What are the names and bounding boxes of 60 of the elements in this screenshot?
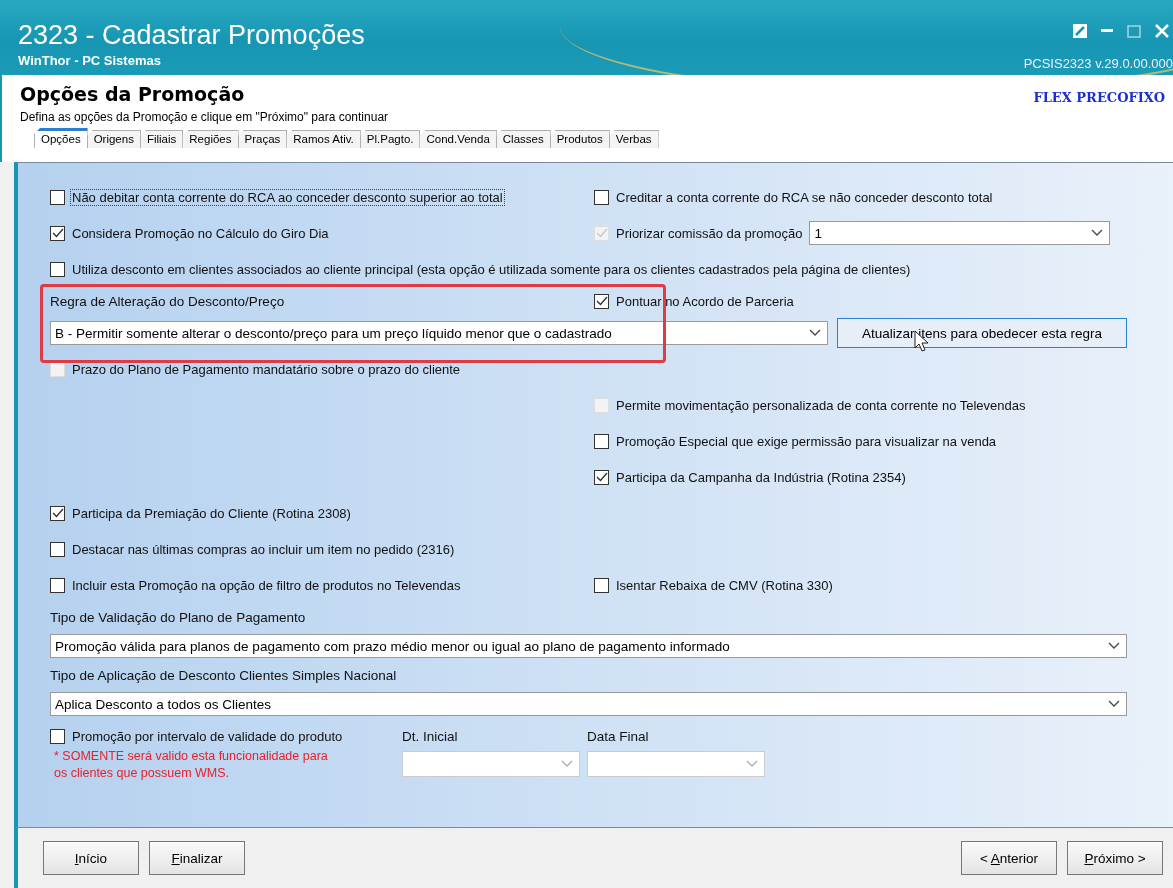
chevron-down-icon [1108,700,1120,708]
tab[interactable]: Pl.Pagto. [359,130,421,148]
warning-note: * SOMENTE será valido esta funcionalidade para os clientes que possuem WMS. [54,748,329,782]
tab[interactable]: Produtos [549,130,610,148]
chevron-down-icon [746,760,758,768]
option-checkbox[interactable]: Promoção Especial que exige permissão para visualizar na venda [594,433,998,449]
date-field[interactable] [587,751,765,777]
option-checkbox[interactable]: Considera Promoção no Cálculo do Giro Dia [50,225,330,241]
option-checkbox[interactable]: Pontuar no Acordo de Parceria [594,293,795,309]
check-icon [595,296,608,306]
mode-label: FLEX PRECOFIXO [1033,90,1165,105]
dropdown-field[interactable]: Aplica Desconto a todos os Clientes [50,692,1127,716]
chevron-down-icon [1108,642,1120,650]
chevron-down-icon [809,329,821,337]
option-checkbox[interactable]: Participa da Campanha da Indústria (Rotina 2354) [594,469,907,485]
field-label: Data Final [587,729,650,744]
minimize-icon[interactable] [1101,29,1113,33]
tab[interactable]: Filiais [139,130,184,148]
tab[interactable]: Ramos Ativ. [286,130,361,148]
date-field[interactable] [402,751,580,777]
tab[interactable]: Praças [237,130,288,148]
option-checkbox[interactable]: Não debitar conta corrente do RCA ao conceder desconto superior ao total [50,189,504,205]
option-checkbox[interactable]: Participa da Premiação do Cliente (Rotina 2308) [50,505,352,521]
tab[interactable]: Opções [34,128,88,148]
page-hint: Defina as opções da Promoção e clique em "Próximo" para continuar [20,110,390,124]
option-checkbox[interactable]: Destacar nas últimas compras ao incluir um item no pedido (2316) [50,541,456,557]
chevron-down-icon [561,760,573,768]
nav-button[interactable]: < Anterior [961,841,1057,875]
close-icon[interactable] [1155,24,1169,38]
window-title: 2323 - Cadastrar Promoções [18,20,365,50]
tab[interactable]: Classes [495,130,551,148]
edit-icon[interactable] [1073,24,1087,38]
dropdown-field[interactable]: Promoção válida para planos de pagamento com prazo médio menor ou igual ao plano de pagamento informado [50,634,1127,658]
check-icon [51,228,64,238]
check-icon [51,508,64,518]
field-label: Tipo de Validação do Plano de Pagamento [50,609,306,625]
tab[interactable]: Origens [86,130,141,148]
nav-button[interactable]: Próximo > [1067,841,1163,875]
field-label: Tipo de Aplicação de Desconto Clientes Simples Nacional [50,667,397,683]
check-icon [595,472,608,482]
tab[interactable]: Verbas [608,130,659,148]
tab[interactable]: Cond.Venda [419,130,497,148]
option-checkbox[interactable]: Utiliza desconto em clientes associados ao cliente principal (esta opção é utilizada somente para os clientes cadastrados pela página de clientes) [50,261,912,277]
tab[interactable]: Regiões [182,130,239,148]
nav-button[interactable]: Finalizar [149,841,245,875]
chevron-down-icon [1091,229,1104,237]
update-items-button[interactable]: Atualizar itens para obedecer esta regra [837,318,1127,348]
app-name: WinThor - PC Sistemas [18,53,162,68]
check-icon [595,228,608,238]
maximize-icon[interactable] [1127,24,1141,38]
page-title: Opções da Promoção [20,83,245,105]
dropdown-field[interactable]: B - Permitir somente alterar o desconto/preço para um preço líquido menor que o cadastrado [50,321,828,345]
nav-button[interactable]: Início [43,841,139,875]
option-checkbox[interactable]: Isentar Rebaixa de CMV (Rotina 330) [594,577,834,593]
option-checkbox[interactable]: Creditar a conta corrente do RCA se não conceder desconto total [594,189,994,205]
field-label: Regra de Alteração do Desconto/Preço [50,293,285,309]
option-checkbox[interactable]: Incluir esta Promoção na opção de filtro de produtos no Televendas [50,577,462,593]
option-checkbox[interactable]: Promoção por intervalo de validade do produto [50,729,402,744]
field-label: Dt. Inicial [402,729,459,744]
version-label: PCSIS2323 v.29.0.00.000 [1023,56,1173,71]
